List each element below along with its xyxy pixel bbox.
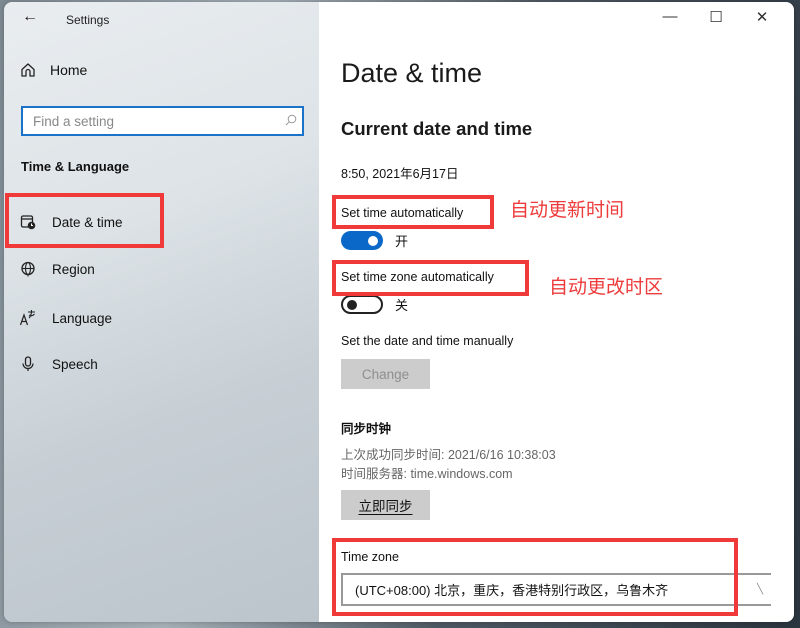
sidebar-item-label: Region bbox=[52, 261, 95, 277]
calendar-clock-icon bbox=[18, 214, 38, 230]
home-icon bbox=[21, 63, 35, 77]
section-heading: Time & Language bbox=[21, 159, 130, 174]
section-title: Current date and time bbox=[341, 118, 533, 139]
sync-now-button[interactable]: 立即同步 bbox=[341, 490, 430, 520]
toggle-switch-on[interactable] bbox=[341, 231, 383, 250]
search-input[interactable] bbox=[23, 113, 280, 129]
sidebar-item-label: Speech bbox=[52, 356, 98, 372]
annotation-text-auto-tz: 自动更改时区 bbox=[549, 277, 664, 298]
timezone-value: (UTC+08:00) 北京，重庆，香港特别行政区，乌鲁木齐 bbox=[355, 583, 669, 598]
language-icon bbox=[18, 309, 38, 327]
toggle-switch-off[interactable] bbox=[341, 295, 383, 314]
sidebar-item-speech[interactable]: Speech bbox=[18, 356, 98, 372]
sidebar-item-label: Date & time bbox=[52, 214, 123, 230]
timezone-label: Time zone bbox=[341, 550, 399, 564]
toggle-state-label: 开 bbox=[395, 234, 409, 249]
minimize-button[interactable]: — bbox=[655, 8, 685, 25]
last-sync-text: 上次成功同步时间: 2021/6/16 10:38:03 bbox=[341, 448, 556, 462]
time-server-text: 时间服务器: time.windows.com bbox=[341, 467, 513, 481]
chevron-down-icon: ╲ bbox=[756, 584, 763, 595]
back-arrow-icon[interactable]: ← bbox=[22, 8, 38, 26]
settings-window: ← Settings Home Time & Language bbox=[4, 2, 794, 622]
annotation-text-auto-time: 自动更新时间 bbox=[510, 200, 625, 221]
timezone-select[interactable]: (UTC+08:00) 北京，重庆，香港特别行政区，乌鲁木齐 ╲ bbox=[341, 573, 771, 606]
home-label: Home bbox=[50, 62, 88, 78]
sidebar-item-language[interactable]: Language bbox=[18, 309, 112, 327]
close-button[interactable]: ✕ bbox=[747, 8, 777, 26]
sync-heading: 同步时钟 bbox=[341, 422, 392, 436]
sidebar: ← Settings Home Time & Language bbox=[4, 2, 319, 622]
set-tz-auto-label: Set time zone automatically bbox=[341, 270, 494, 284]
set-time-auto-label: Set time automatically bbox=[341, 206, 464, 220]
search-box[interactable] bbox=[21, 106, 304, 136]
sidebar-item-date-time[interactable]: Date & time bbox=[18, 214, 123, 230]
page-title: Date & time bbox=[341, 58, 483, 88]
app-title: Settings bbox=[66, 13, 110, 27]
sidebar-item-label: Language bbox=[52, 310, 113, 326]
change-button[interactable]: Change bbox=[341, 359, 430, 389]
main-content: — ☐ ✕ Date & time Current date and time … bbox=[319, 2, 794, 622]
current-date-time: 8:50, 2021年6月17日 bbox=[341, 167, 459, 181]
set-tz-auto-toggle[interactable]: 关 bbox=[341, 295, 408, 314]
microphone-icon bbox=[18, 356, 38, 372]
sidebar-item-region[interactable]: Region bbox=[18, 261, 95, 277]
set-time-auto-toggle[interactable]: 开 bbox=[341, 231, 408, 250]
globe-icon bbox=[18, 261, 38, 277]
manual-label: Set the date and time manually bbox=[341, 334, 514, 348]
maximize-button[interactable]: ☐ bbox=[701, 8, 731, 26]
search-icon[interactable] bbox=[280, 114, 302, 129]
toggle-state-label: 关 bbox=[395, 298, 409, 313]
nav-home[interactable]: Home bbox=[20, 62, 87, 78]
